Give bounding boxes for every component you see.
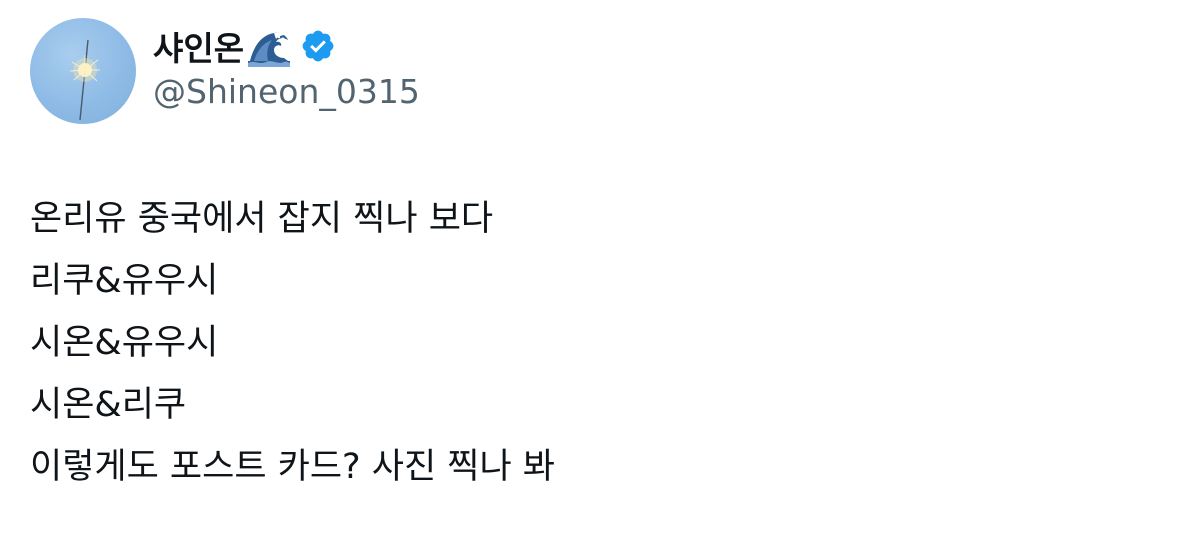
verified-badge-icon[interactable] [300,28,336,64]
author-name-row: 샤인온 [153,22,336,70]
tweet-card[interactable]: 샤인온 @Shineon_0315 온리유 중국에서 잡지 찍나 보다 리쿠&유… [0,0,1200,540]
tweet-line: 온리유 중국에서 잡지 찍나 보다 [30,199,494,239]
sparkler-photo-icon [69,39,100,121]
tweet-text: 온리유 중국에서 잡지 찍나 보다 리쿠&유우시 시온&유우시 시온&리쿠 이렇… [30,188,1170,498]
tweet-line: 시온&유우시 [30,323,219,363]
author-display-name[interactable]: 샤인온 [153,22,244,70]
tweet-line: 이렇게도 포스트 카드? 사진 찍나 봐 [30,447,556,487]
avatar[interactable] [30,18,136,124]
tweet-line: 리쿠&유우시 [30,261,219,301]
tweet-line: 시온&리쿠 [30,385,187,425]
wave-icon [248,25,291,67]
author-handle[interactable]: @Shineon_0315 [153,72,420,111]
